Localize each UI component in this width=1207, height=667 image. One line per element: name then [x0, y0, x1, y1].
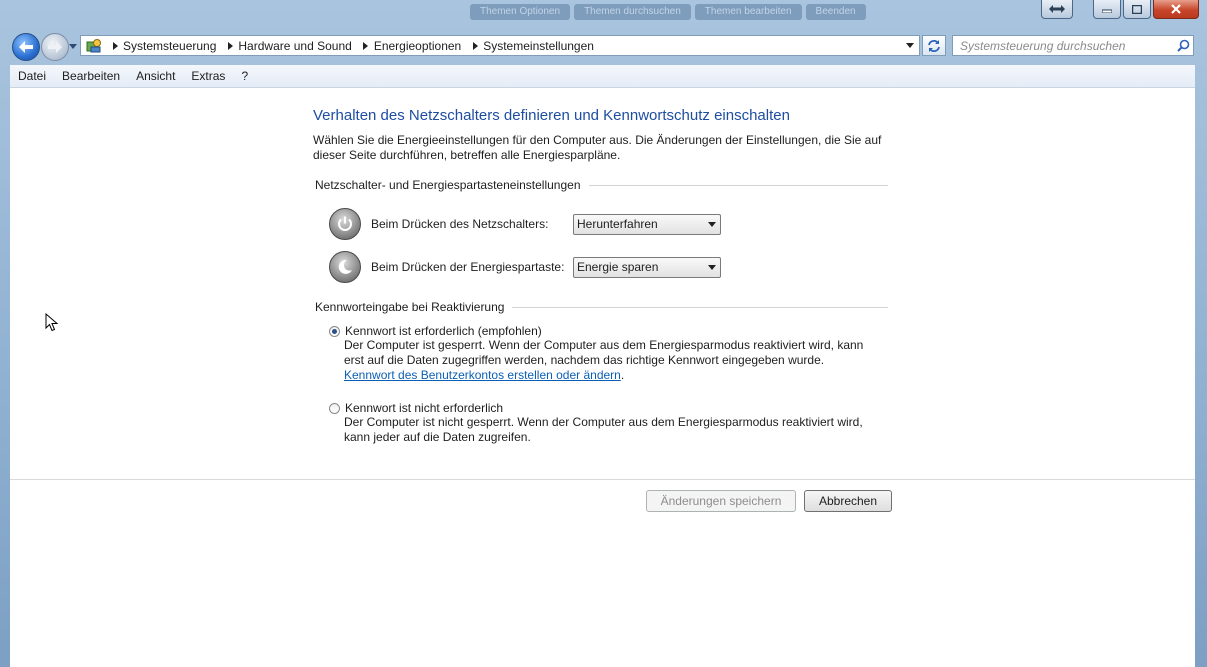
resize-button[interactable] [1041, 0, 1073, 19]
password-not-required-row[interactable]: Kennwort ist nicht erforderlich [329, 401, 864, 415]
sleep-button-select[interactable]: Energie sparen [573, 256, 721, 278]
double-arrow-icon [1049, 5, 1065, 13]
password-required-text: Der Computer ist gesperrt. Wenn der Comp… [344, 338, 864, 367]
background-tab: Beenden [805, 4, 866, 20]
refresh-icon [928, 39, 940, 52]
password-not-required-radio[interactable] [329, 402, 340, 414]
power-button-setting: Beim Drücken des Netzschalters: Herunter… [329, 208, 721, 240]
breadcrumb-systemeinstellungen[interactable]: Systemeinstellungen [483, 39, 600, 53]
minimize-icon [1102, 9, 1112, 13]
window-caption-buttons [1093, 0, 1199, 19]
password-not-required-label[interactable]: Kennwort ist nicht erforderlich [345, 401, 503, 415]
address-dropdown-button[interactable] [903, 36, 917, 55]
menu-bearbeiten[interactable]: Bearbeiten [54, 65, 128, 87]
change-password-link[interactable]: Kennwort des Benutzerkontos erstellen od… [344, 368, 621, 382]
divider [588, 184, 888, 186]
breadcrumb-systemsteuerung[interactable]: Systemsteuerung [123, 39, 222, 53]
menu-extras[interactable]: Extras [183, 65, 233, 87]
search-icon[interactable] [1173, 39, 1193, 52]
search-box [952, 35, 1194, 56]
background-window-tabs: Themen Optionen Themen durchsuchen Theme… [470, 4, 866, 20]
background-tab: Themen Optionen [470, 4, 571, 20]
power-button-value: Herunterfahren [577, 217, 658, 231]
close-button[interactable] [1153, 0, 1199, 19]
password-section-heading: Kennworteingabe bei Reaktivierung [315, 300, 888, 314]
password-not-required-description: Der Computer ist nicht gesperrt. Wenn de… [344, 415, 863, 444]
link-suffix: . [620, 368, 625, 382]
arrow-left-icon [19, 41, 33, 53]
content-pane: Verhalten des Netzschalters definieren u… [10, 88, 1195, 667]
password-required-label[interactable]: Kennwort ist erforderlich (empfohlen) [345, 324, 542, 338]
password-not-required-option: Kennwort ist nicht erforderlich Der Comp… [329, 401, 864, 445]
refresh-button[interactable] [922, 35, 946, 56]
window-frame: Themen Optionen Themen durchsuchen Theme… [0, 0, 1207, 667]
back-button[interactable] [12, 33, 40, 61]
forward-button[interactable] [41, 33, 69, 61]
breadcrumb: Systemsteuerung Hardware und Sound Energ… [107, 36, 600, 55]
password-required-radio[interactable] [329, 325, 340, 337]
power-button-label: Beim Drücken des Netzschalters: [371, 217, 549, 231]
password-required-option: Kennwort ist erforderlich (empfohlen) De… [329, 324, 864, 383]
close-icon [1171, 4, 1181, 14]
page-title: Verhalten des Netzschalters definieren u… [313, 107, 790, 124]
power-icon [329, 208, 361, 240]
breadcrumb-energieoptionen[interactable]: Energieoptionen [374, 39, 467, 53]
chevron-down-icon [906, 43, 914, 48]
recent-pages-dropdown[interactable] [68, 41, 78, 51]
power-section-heading: Netzschalter- und Energiespartasteneinst… [315, 178, 888, 192]
control-panel-icon [85, 37, 103, 55]
sleep-moon-icon [329, 251, 361, 283]
chevron-right-icon[interactable] [358, 36, 374, 55]
maximize-icon [1132, 4, 1142, 14]
breadcrumb-hardware-und-sound[interactable]: Hardware und Sound [238, 39, 357, 53]
maximize-button[interactable] [1123, 0, 1151, 19]
chevron-right-icon[interactable] [467, 36, 483, 55]
minimize-button[interactable] [1093, 0, 1121, 19]
chevron-down-icon [708, 221, 716, 227]
chevron-down-icon [69, 43, 77, 49]
chevron-right-icon[interactable] [107, 36, 123, 55]
sleep-button-value: Energie sparen [577, 260, 659, 274]
background-tab: Themen bearbeiten [694, 4, 802, 20]
page-intro: Wählen Sie die Energieeinstellungen für … [313, 133, 882, 162]
cancel-button[interactable]: Abbrechen [804, 490, 892, 512]
menu-bar: Datei Bearbeiten Ansicht Extras ? [10, 65, 1195, 88]
password-required-row[interactable]: Kennwort ist erforderlich (empfohlen) [329, 324, 864, 338]
menu-datei[interactable]: Datei [10, 65, 54, 87]
navigation-bar: Systemsteuerung Hardware und Sound Energ… [0, 28, 1207, 64]
power-section-title: Netzschalter- und Energiespartasteneinst… [315, 178, 581, 192]
background-tab: Themen durchsuchen [574, 4, 691, 20]
menu-help[interactable]: ? [233, 65, 256, 87]
save-changes-button[interactable]: Änderungen speichern [646, 490, 796, 512]
sleep-button-label: Beim Drücken der Energiespartaste: [371, 260, 565, 274]
arrow-right-icon [48, 41, 62, 53]
chevron-right-icon[interactable] [222, 36, 238, 55]
sleep-button-setting: Beim Drücken der Energiespartaste: Energ… [329, 251, 721, 283]
mouse-pointer-icon [45, 312, 59, 336]
power-button-select[interactable]: Herunterfahren [573, 213, 721, 235]
divider [512, 306, 888, 308]
menu-ansicht[interactable]: Ansicht [128, 65, 183, 87]
password-section-title: Kennworteingabe bei Reaktivierung [315, 300, 505, 314]
address-bar[interactable]: Systemsteuerung Hardware und Sound Energ… [80, 35, 920, 56]
password-required-description: Der Computer ist gesperrt. Wenn der Comp… [344, 338, 864, 383]
footer-divider [10, 479, 1195, 480]
chevron-down-icon [708, 264, 716, 270]
search-input[interactable] [953, 37, 1174, 54]
